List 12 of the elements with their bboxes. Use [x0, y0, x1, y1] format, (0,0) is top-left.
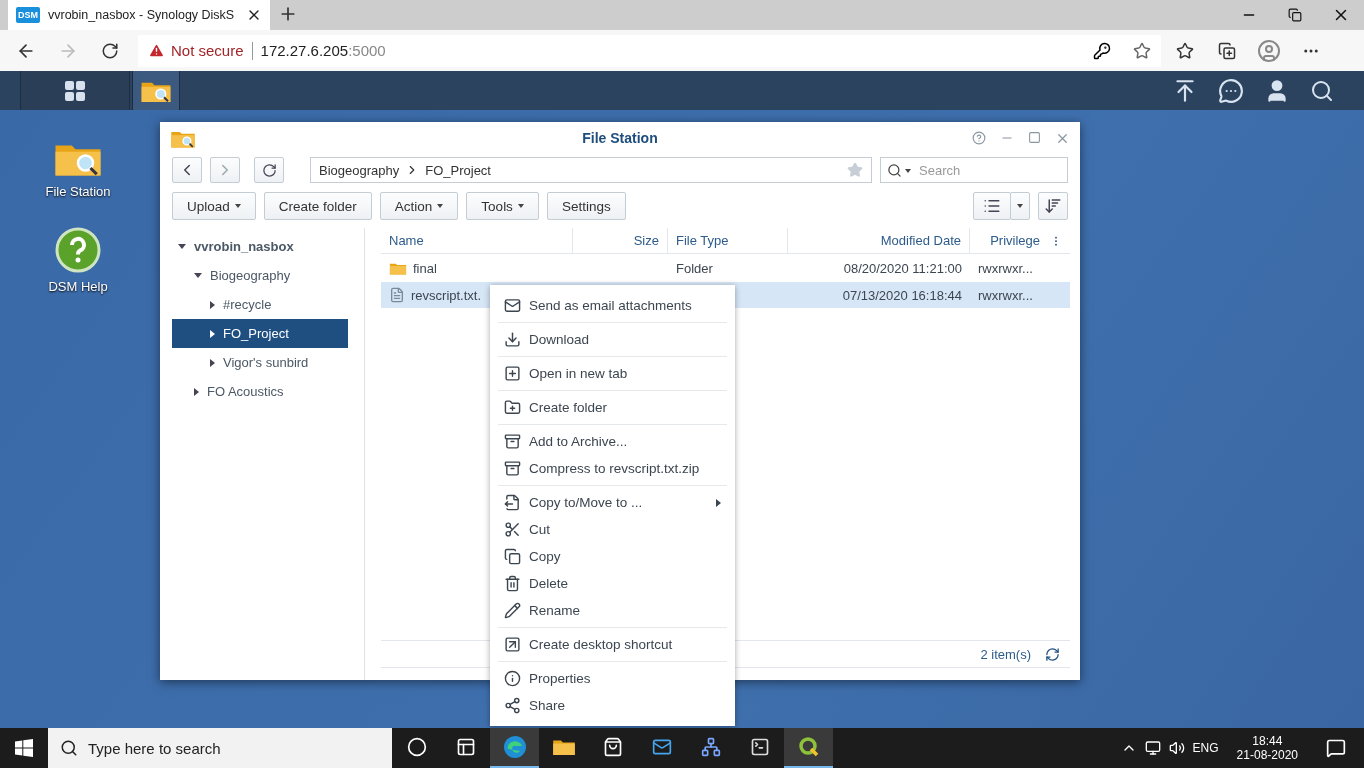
- table-cell-text: 07/13/2020 16:18:44: [841, 286, 963, 305]
- tab-favicon: DSM: [16, 7, 40, 23]
- table-cell: final: [381, 255, 573, 281]
- table-cell-text: rwxrwxr...: [977, 286, 1034, 305]
- table-cell-text: rwxrwxr...: [977, 259, 1034, 278]
- table-cell-text: 08/20/2020 11:21:00: [842, 259, 963, 278]
- window-title: File Station: [581, 130, 659, 146]
- url-port: :5000: [348, 42, 386, 59]
- security-label: Not secure: [171, 42, 244, 59]
- item-count: 2 item(s): [980, 646, 1031, 662]
- url-host: 172.27.6.205: [260, 42, 349, 59]
- table-cell: Folder: [676, 260, 713, 276]
